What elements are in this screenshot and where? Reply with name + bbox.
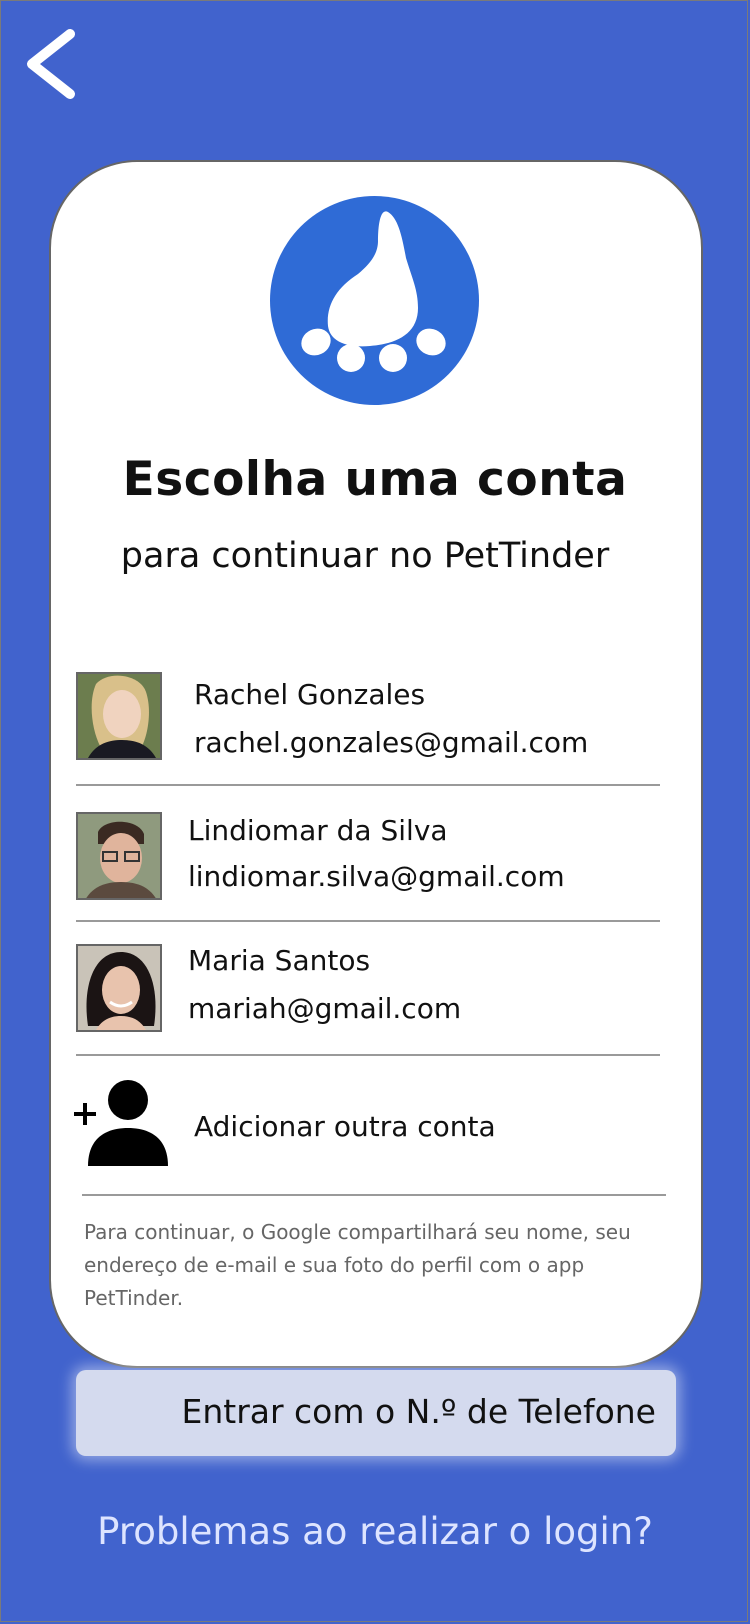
avatar [76,812,162,900]
privacy-note: Para continuar, o Google compartilhará s… [84,1220,631,1310]
back-button[interactable] [20,28,90,100]
add-account-button[interactable]: Adicionar outra conta [72,1072,662,1168]
account-name: Lindiomar da Silva [188,814,448,847]
page-title: Escolha uma conta [122,452,628,507]
account-email: rachel.gonzales@gmail.com [194,726,589,759]
phone-login-label: Entrar com o N.º de Telefone [181,1392,656,1431]
chevron-left-icon [27,29,75,99]
add-person-icon [74,1080,168,1166]
account-item-lindiomar[interactable]: Lindiomar da Silva lindiomar.silva@gmail… [76,812,660,932]
phone-login-button[interactable]: Entrar com o N.º de Telefone [76,1370,676,1456]
paw-icon [270,196,479,405]
page-subtitle: para continuar no PetTinder [120,536,610,576]
account-email: mariah@gmail.com [188,992,462,1025]
account-name: Maria Santos [188,944,371,977]
pettinder-logo [270,196,479,405]
divider [76,784,660,786]
account-name: Rachel Gonzales [194,678,426,711]
add-account-label: Adicionar outra conta [194,1110,496,1143]
account-item-rachel[interactable]: Rachel Gonzales rachel.gonzales@gmail.co… [76,672,660,792]
login-problems-link[interactable]: Problemas ao realizar o login? [0,1510,750,1553]
avatar [76,944,162,1032]
account-item-maria[interactable]: Maria Santos mariah@gmail.com [76,944,660,1064]
account-email: lindiomar.silva@gmail.com [188,860,565,893]
divider [76,1054,660,1056]
avatar [76,672,162,760]
divider [76,920,660,922]
divider [82,1194,666,1196]
